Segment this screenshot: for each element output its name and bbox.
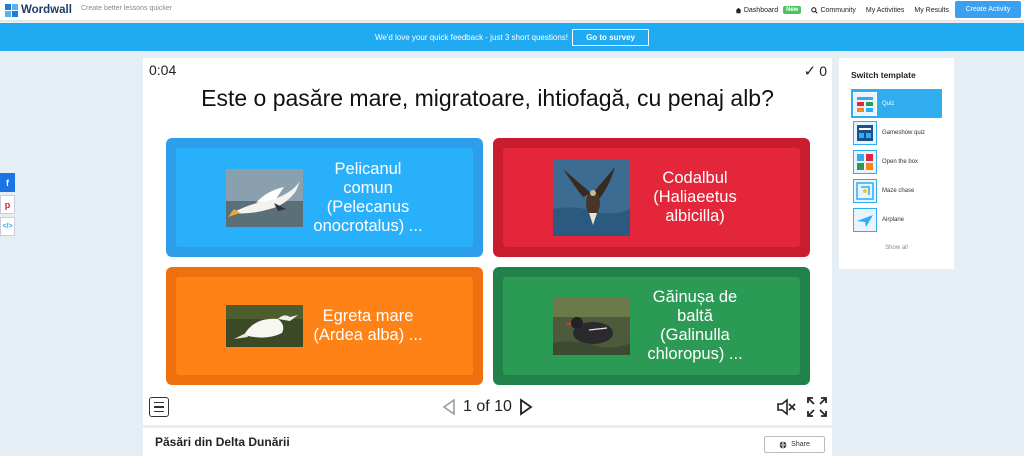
- template-open-box-label: Open the box: [882, 158, 919, 165]
- home-icon: [735, 7, 742, 13]
- search-icon: [811, 6, 819, 14]
- nav-community-label: Community: [820, 6, 856, 14]
- airplane-template-icon: [853, 207, 877, 232]
- answer-2-content: Codalbul (Haliaeetus albicilla): [553, 159, 750, 236]
- mute-icon[interactable]: [776, 398, 796, 416]
- answer-3-label: Egreta mare (Ardea alba) ...: [313, 307, 423, 344]
- next-question-button[interactable]: [518, 397, 536, 417]
- fullscreen-icon[interactable]: [807, 397, 827, 417]
- check-icon: ✓: [803, 63, 817, 80]
- quiz-controls: 1 of 10: [143, 395, 832, 419]
- moorhen-image: [553, 297, 630, 355]
- question-text: Este o pasăre mare, migratoare, ihtiofag…: [201, 85, 774, 111]
- activity-title: Păsări din Delta Dunării: [155, 435, 290, 449]
- nav-community[interactable]: Community: [811, 6, 856, 14]
- nav-links: Dashboard New Community My Activities My…: [725, 0, 949, 20]
- score-value: 0: [819, 63, 827, 79]
- embed-button[interactable]: </>: [0, 217, 15, 236]
- share-button[interactable]: Share: [764, 436, 825, 453]
- embed-icon: </>: [2, 223, 13, 230]
- gameshow-template-icon: [853, 120, 877, 145]
- feedback-banner: We'd love your quick feedback - just 3 s…: [0, 23, 1024, 51]
- switch-template-panel: Switch template Quiz Gameshow quiz Open …: [839, 58, 954, 269]
- pelican-image: [226, 168, 303, 227]
- new-badge: New: [783, 6, 802, 14]
- banner-text: We'd love your quick feedback - just 3 s…: [374, 32, 569, 42]
- template-gameshow-label: Gameshow quiz: [882, 129, 926, 136]
- triangle-right-icon: [520, 398, 534, 416]
- social-share-sidebar: f p </>: [0, 173, 15, 239]
- facebook-share-button[interactable]: f: [0, 173, 15, 192]
- pinterest-icon: p: [4, 199, 11, 210]
- answer-4-label: Găinușa de baltă (Galinulla chloropus) .…: [647, 288, 743, 363]
- menu-button[interactable]: [149, 397, 169, 417]
- nav-my-results[interactable]: My Results: [914, 7, 949, 14]
- egret-image: [226, 305, 303, 347]
- pinterest-share-button[interactable]: p: [0, 195, 15, 214]
- template-airplane-label: Airplane: [882, 216, 905, 223]
- nav-dashboard-label: Dashboard: [743, 6, 779, 14]
- template-quiz-label: Quiz: [882, 100, 895, 107]
- answer-button-3[interactable]: Egreta mare (Ardea alba) ...: [166, 267, 483, 385]
- top-navigation: Wordwall Create better lessons quicker D…: [0, 0, 1024, 21]
- go-to-survey-button[interactable]: Go to survey: [572, 28, 650, 46]
- nav-my-activities[interactable]: My Activities: [866, 7, 905, 14]
- template-gameshow-quiz[interactable]: Gameshow quiz: [851, 118, 942, 147]
- quiz-activity: 0:04 ✓ 0 Este o pasăre mare, migratoare,…: [143, 58, 832, 425]
- wordwall-logo[interactable]: Wordwall: [5, 3, 72, 17]
- tagline: Create better lessons quicker: [81, 5, 173, 12]
- answer-1-label: Pelicanul comun (Pelecanus onocrotalus) …: [313, 159, 423, 235]
- previous-question-button[interactable]: [439, 397, 457, 417]
- answer-button-1[interactable]: Pelicanul comun (Pelecanus onocrotalus) …: [166, 138, 483, 257]
- wordwall-logo-icon: [5, 3, 18, 17]
- menu-icon: [154, 401, 164, 404]
- answer-2-label: Codalbul (Haliaeetus albicilla): [653, 169, 737, 225]
- timer: 0:04: [149, 62, 177, 78]
- template-maze-chase[interactable]: Maze chase: [851, 176, 942, 205]
- switch-template-title: Switch template: [851, 70, 916, 80]
- logo-text: Wordwall: [21, 4, 72, 16]
- template-quiz[interactable]: Quiz: [851, 89, 942, 118]
- answer-3-content: Egreta mare (Ardea alba) ...: [226, 305, 423, 347]
- maze-chase-template-icon: [853, 178, 877, 203]
- nav-dashboard[interactable]: Dashboard New: [735, 6, 802, 14]
- quiz-template-icon: [853, 91, 877, 116]
- open-box-template-icon: [853, 149, 877, 174]
- share-label: Share: [791, 441, 810, 448]
- template-airplane[interactable]: Airplane: [851, 205, 942, 234]
- nav-my-results-label: My Results: [914, 6, 949, 14]
- answer-button-4[interactable]: Găinușa de baltă (Galinulla chloropus) .…: [493, 267, 810, 385]
- answer-4-content: Găinușa de baltă (Galinulla chloropus) .…: [553, 288, 750, 364]
- page-counter: 1 of 10: [463, 398, 512, 415]
- eagle-image: [553, 159, 630, 236]
- answer-button-2[interactable]: Codalbul (Haliaeetus albicilla): [493, 138, 810, 257]
- activity-title-bar: Păsări din Delta Dunării Share: [143, 427, 832, 456]
- score: ✓ 0: [804, 62, 827, 80]
- facebook-icon: f: [6, 177, 9, 188]
- answer-1-content: Pelicanul comun (Pelecanus onocrotalus) …: [226, 160, 423, 236]
- create-activity-button[interactable]: Create Activity: [955, 1, 1021, 18]
- globe-icon: [779, 441, 787, 449]
- nav-my-activities-label: My Activities: [865, 6, 905, 14]
- template-open-the-box[interactable]: Open the box: [851, 147, 942, 176]
- template-maze-chase-label: Maze chase: [882, 187, 915, 194]
- pager: 1 of 10: [439, 396, 536, 418]
- triangle-left-icon: [442, 398, 455, 416]
- show-all-link[interactable]: Show all: [839, 245, 954, 251]
